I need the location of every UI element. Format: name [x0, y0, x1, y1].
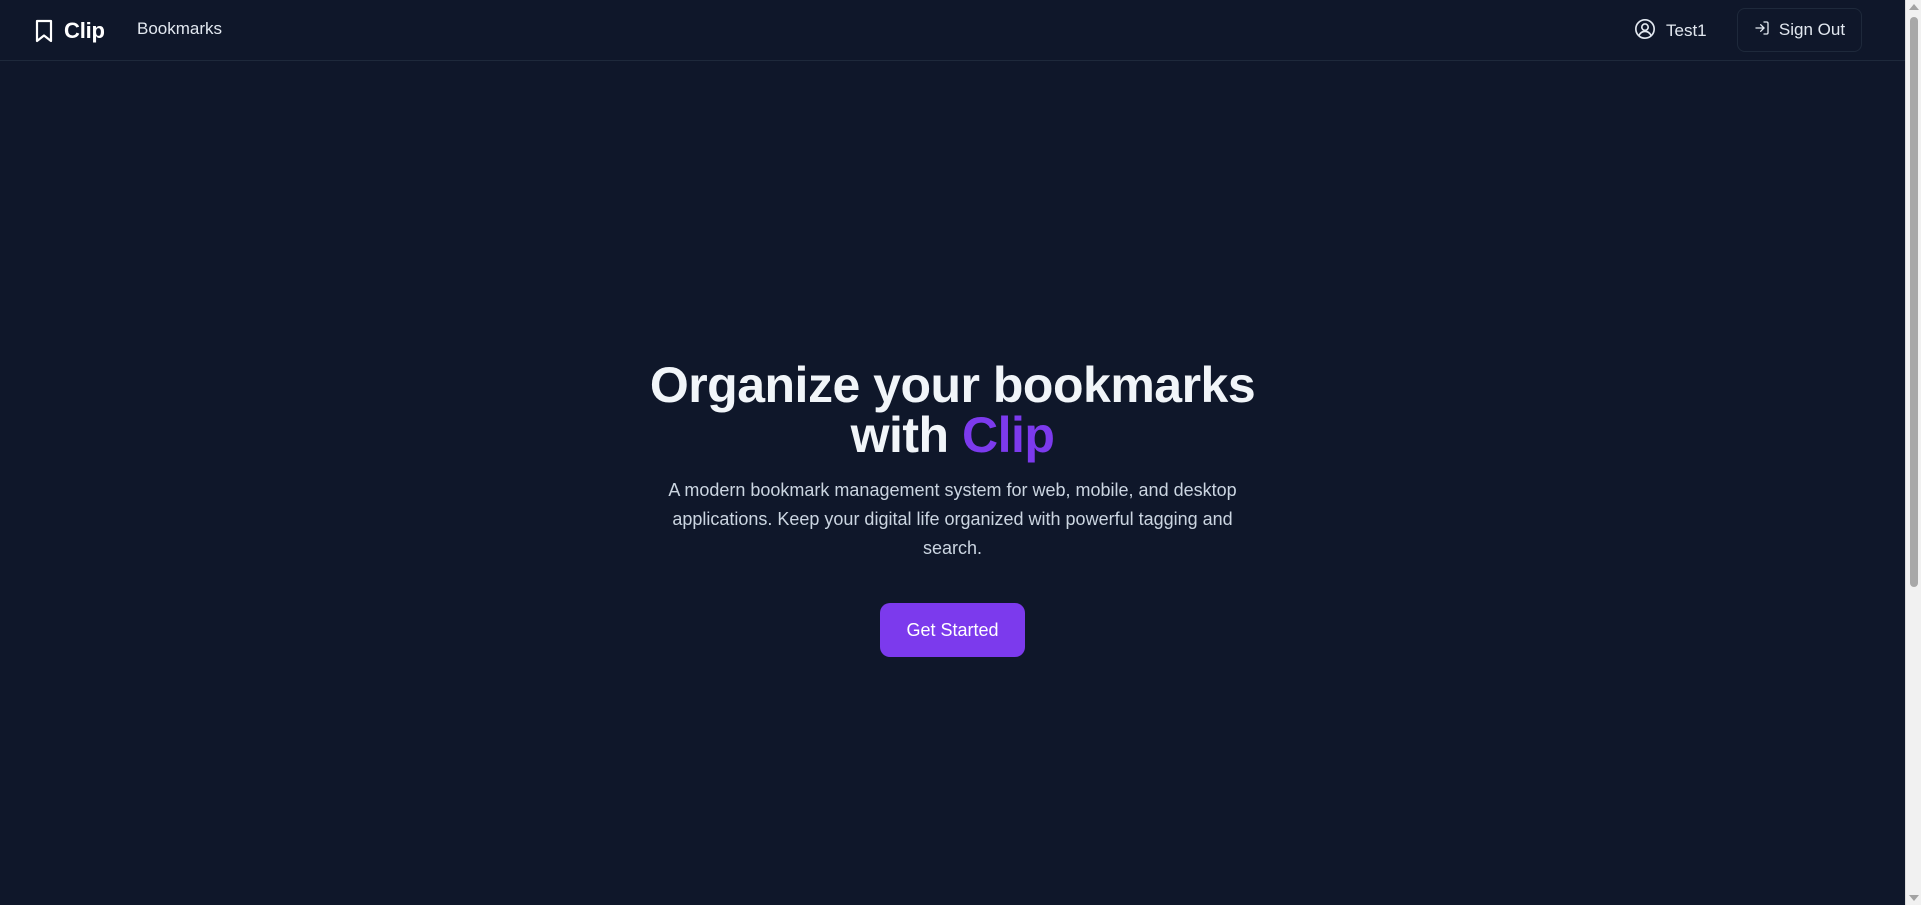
brand-name: Clip [64, 18, 105, 43]
top-navbar: Clip Bookmarks Test1 Sign Out [0, 0, 1905, 61]
nav-link-bookmarks[interactable]: Bookmarks [137, 19, 222, 39]
scroll-up-arrow-icon[interactable] [1909, 4, 1919, 10]
hero-title-main: Organize your bookmarks [649, 357, 1256, 413]
hero-title-with: with [850, 407, 949, 463]
hero-section: Organize your bookmarks with Clip A mode… [0, 360, 1905, 657]
hero-description: A modern bookmark management system for … [668, 480, 1237, 558]
log-in-arrow-icon [1754, 20, 1770, 41]
scroll-down-arrow-icon[interactable] [1909, 895, 1919, 901]
brand-link[interactable]: Clip [34, 16, 105, 46]
user-menu[interactable]: Test1 [1634, 17, 1707, 45]
user-name: Test1 [1666, 21, 1707, 40]
hero-title-accent: Clip [961, 407, 1055, 463]
hero-title: Organize your bookmarks with Clip [0, 360, 1905, 460]
bookmark-icon [34, 19, 54, 43]
user-circle-icon [1634, 18, 1656, 45]
scrollbar-thumb[interactable] [1910, 17, 1918, 587]
vertical-scrollbar[interactable] [1905, 0, 1921, 905]
get-started-button[interactable]: Get Started [880, 603, 1025, 657]
sign-out-label: Sign Out [1778, 20, 1846, 39]
sign-out-button[interactable]: Sign Out [1737, 8, 1862, 52]
page: Clip Bookmarks Test1 Sign Out Organize y… [0, 0, 1921, 905]
